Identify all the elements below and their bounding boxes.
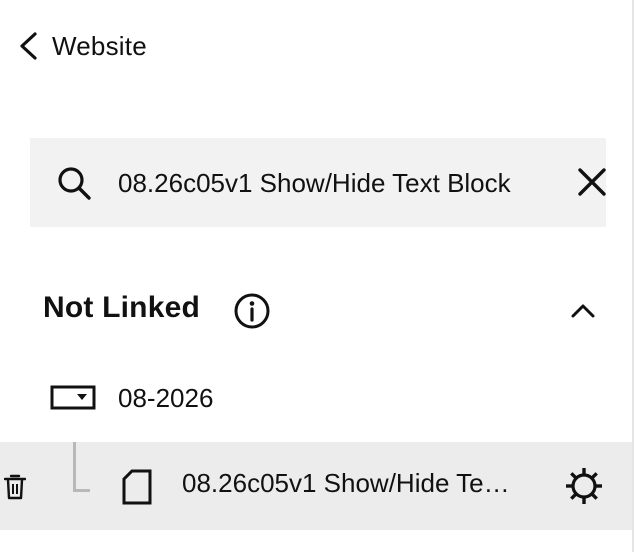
trash-icon[interactable] bbox=[4, 474, 26, 500]
info-icon[interactable] bbox=[233, 292, 271, 330]
search-bar bbox=[30, 138, 606, 227]
back-label: Website bbox=[52, 30, 147, 61]
search-input[interactable] bbox=[118, 160, 550, 206]
page-icon bbox=[122, 469, 152, 505]
back-button[interactable]: Website bbox=[16, 24, 147, 68]
folder-dropdown-icon bbox=[50, 385, 96, 410]
section-title: Not Linked bbox=[43, 291, 200, 324]
page-label: 08.26c05v1 Show/Hide Text Block bbox=[182, 468, 522, 498]
folder-label: 08-2026 bbox=[118, 382, 214, 413]
gear-icon[interactable] bbox=[564, 466, 604, 506]
folder-item[interactable]: 08-2026 bbox=[50, 372, 213, 424]
chevron-up-icon[interactable] bbox=[569, 297, 597, 325]
pages-panel: Website Not Linked 08-2026 bbox=[0, 0, 634, 552]
close-icon[interactable] bbox=[576, 166, 608, 198]
tree-connector bbox=[73, 442, 90, 492]
not-linked-section-header[interactable]: Not Linked bbox=[43, 283, 603, 339]
search-icon bbox=[58, 167, 91, 200]
chevron-left-icon bbox=[20, 32, 37, 60]
page-item[interactable]: 08.26c05v1 Show/Hide Text Block bbox=[0, 442, 632, 530]
